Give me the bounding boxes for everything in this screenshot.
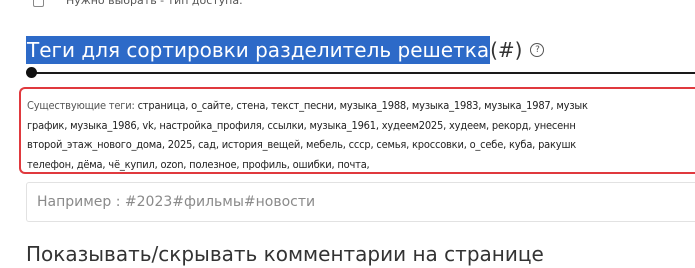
tags-heading-selected-text: Теги для сортировки разделитель решетка <box>26 36 491 64</box>
existing-tags-box: Существующие теги: страница, о_сайте, ст… <box>19 87 695 174</box>
access-type-option[interactable] <box>33 0 44 8</box>
tags-heading: Теги для сортировки разделитель решетка … <box>26 36 545 64</box>
existing-tags-label: Существующие теги: <box>27 99 138 112</box>
tags-line: телефон, дёма, чё_купил, ozon, полезное,… <box>27 157 370 171</box>
tags-input[interactable] <box>27 183 695 221</box>
tags-line: Существующие теги: страница, о_сайте, ст… <box>27 96 695 116</box>
tags-line: график, музыка_1986, vk, настройка_профи… <box>27 118 576 132</box>
slider-track[interactable] <box>32 72 695 74</box>
tags-input-wrapper <box>26 182 695 222</box>
checkbox-icon[interactable] <box>33 0 44 7</box>
access-type-label: Нужно выбрать - тип доступа. <box>66 0 243 7</box>
tags-line: второй_этаж_нового_дома, 2025, сад, исто… <box>27 138 577 151</box>
question-circle-icon[interactable]: ? <box>530 43 545 57</box>
comments-toggle-label: Показывать/скрывать комментарии на стран… <box>26 242 544 266</box>
slider-handle[interactable] <box>26 67 37 78</box>
tags-list-text: страница, о_сайте, стена, текст_песни, м… <box>137 99 588 112</box>
tags-heading-separator: (#) <box>490 38 523 62</box>
